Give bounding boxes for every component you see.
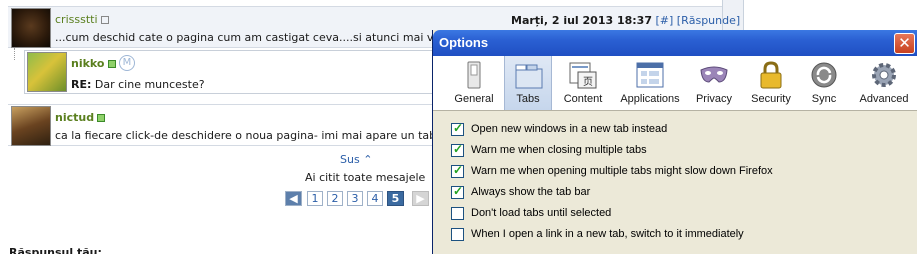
- tab-label: Security: [751, 93, 791, 105]
- tab-applications[interactable]: Applications: [617, 56, 683, 110]
- avatar[interactable]: [11, 8, 51, 48]
- tab-label: Tabs: [516, 93, 540, 105]
- status-icon: [100, 16, 109, 24]
- options-dialog: Options ✕ General Tabs 页 Content Applica…: [432, 30, 917, 254]
- page-3-button[interactable]: 3: [347, 191, 363, 206]
- lock-icon: [760, 61, 782, 89]
- option-label: Don't load tabs until selected: [471, 207, 612, 219]
- avatar[interactable]: [27, 52, 67, 92]
- checkbox[interactable]: [451, 207, 464, 220]
- tab-general[interactable]: General: [447, 56, 501, 110]
- dialog-titlebar[interactable]: Options ✕: [433, 30, 917, 56]
- reply-heading: Răspunsul tău:: [9, 246, 102, 254]
- svg-text:页: 页: [583, 76, 593, 88]
- page-5-button[interactable]: 5: [387, 191, 404, 206]
- back-to-top-link[interactable]: Sus ⌃: [340, 153, 372, 166]
- post-nictud: nictud ca la fiecare click-de deschidere…: [8, 104, 458, 146]
- permalink[interactable]: [#]: [655, 14, 673, 27]
- tab-privacy[interactable]: Privacy: [690, 56, 738, 110]
- tab-sync[interactable]: Sync: [801, 56, 847, 110]
- reply-link[interactable]: [Răspunde]: [677, 14, 740, 27]
- tab-label: Applications: [620, 93, 680, 105]
- post-date: Marți, 2 iul 2013 18:37: [511, 14, 652, 27]
- online-icon: [107, 60, 116, 68]
- username-link[interactable]: nikko: [71, 57, 116, 70]
- tab-label: Sync: [811, 93, 837, 105]
- tab-label: Advanced: [859, 93, 909, 105]
- applications-icon: [636, 62, 664, 88]
- page-1-button[interactable]: 1: [307, 191, 323, 206]
- options-toolbar: General Tabs 页 Content Applications Priv…: [433, 56, 917, 111]
- tab-label: Privacy: [695, 93, 733, 105]
- checkbox[interactable]: ✓: [451, 121, 464, 136]
- checkmark-icon: ✓: [453, 142, 464, 156]
- tab-label: Content: [563, 93, 603, 105]
- chevron-up-icon: ⌃: [363, 153, 373, 166]
- checkbox[interactable]: ✓: [451, 163, 464, 178]
- close-button[interactable]: ✕: [894, 33, 915, 54]
- reply-text-line: RE: Dar cine munceste?: [71, 78, 205, 91]
- general-icon: [467, 61, 481, 89]
- tabs-icon: [515, 64, 543, 89]
- thread-line: [14, 48, 15, 60]
- gear-icon: [872, 63, 896, 87]
- page-2-button[interactable]: 2: [327, 191, 343, 206]
- next-page-button: ▶: [412, 191, 429, 206]
- online-icon: [97, 114, 106, 122]
- option-label: Warn me when opening multiple tabs might…: [471, 165, 773, 177]
- option-label: Always show the tab bar: [471, 186, 591, 198]
- checkbox[interactable]: [451, 228, 464, 241]
- close-icon: ✕: [898, 34, 911, 52]
- avatar[interactable]: [11, 106, 51, 146]
- option-label: Warn me when closing multiple tabs: [471, 144, 647, 156]
- sync-icon: [811, 62, 837, 88]
- username-link[interactable]: nictud: [55, 111, 106, 124]
- post-date-line: Marți, 2 iul 2013 18:37 [#] [Răspunde]: [511, 14, 740, 27]
- post-text: Dar cine munceste?: [94, 78, 205, 91]
- privacy-mask-icon: [700, 66, 728, 83]
- moderator-badge-icon: M: [119, 55, 135, 71]
- re-label: RE:: [71, 78, 92, 91]
- post-text: ...cum deschid cate o pagina cum am cast…: [55, 31, 496, 44]
- content-icon: 页: [569, 62, 597, 89]
- option-label: When I open a link in a new tab, switch …: [471, 228, 744, 240]
- tab-advanced[interactable]: Advanced: [855, 56, 913, 110]
- checkbox[interactable]: ✓: [451, 142, 464, 157]
- dialog-title: Options: [439, 35, 489, 50]
- read-all-text: Ai citit toate mesajele: [305, 171, 426, 184]
- post-text: ca la fiecare click-de deschidere o noua…: [55, 129, 459, 142]
- reply-post-nikko: nikko M RE: Dar cine munceste?: [24, 50, 434, 94]
- tab-label: General: [454, 93, 494, 105]
- option-label: Open new windows in a new tab instead: [471, 123, 668, 135]
- checkmark-icon: ✓: [453, 163, 464, 177]
- checkmark-icon: ✓: [453, 184, 464, 198]
- tab-content[interactable]: 页 Content: [556, 56, 610, 110]
- page-4-button[interactable]: 4: [367, 191, 383, 206]
- tab-security[interactable]: Security: [746, 56, 796, 110]
- tab-tabs[interactable]: Tabs: [504, 56, 552, 110]
- checkmark-icon: ✓: [453, 121, 464, 135]
- prev-page-button[interactable]: ◀: [285, 191, 302, 206]
- checkbox[interactable]: ✓: [451, 184, 464, 199]
- username-link[interactable]: crissstti: [55, 13, 109, 26]
- tabs-settings-pane: ✓ Open new windows in a new tab instead …: [433, 112, 917, 254]
